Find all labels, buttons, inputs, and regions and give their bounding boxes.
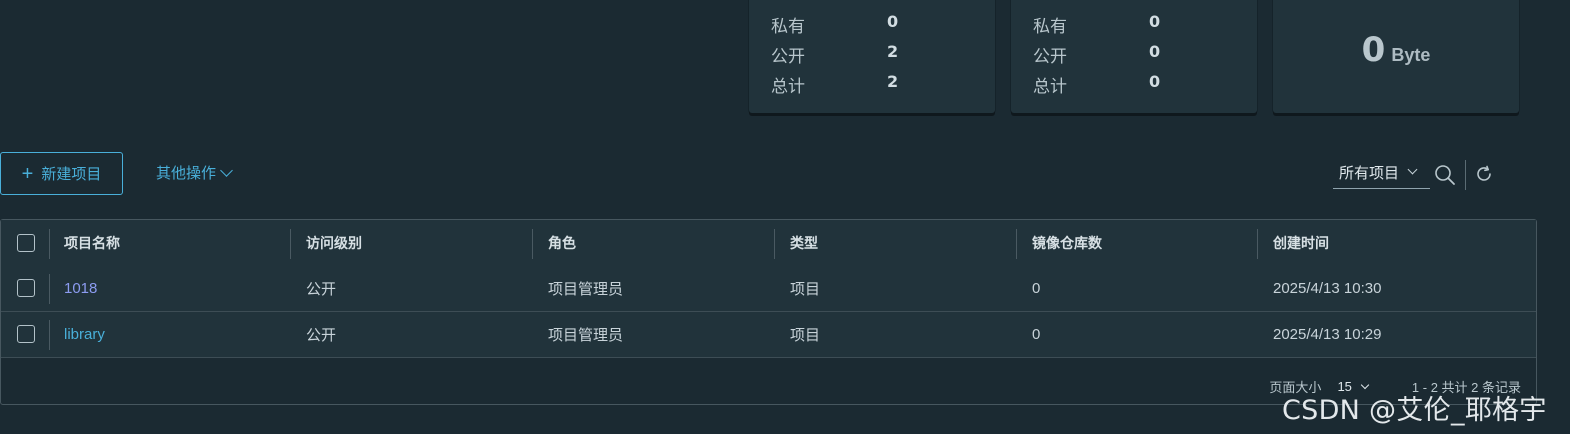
column-header-access[interactable]: 访问级别	[306, 220, 362, 266]
column-divider[interactable]	[1257, 229, 1258, 259]
total-projects-row: 总计 2	[771, 72, 898, 97]
column-header-name[interactable]: 项目名称	[64, 220, 120, 266]
private-label: 私有	[771, 17, 805, 36]
refresh-icon[interactable]	[1474, 164, 1494, 184]
project-stats-card: 私有 0 公开 2 总计 2	[749, 0, 995, 113]
public-projects-row: 公开 2	[771, 42, 898, 67]
plus-icon: +	[21, 162, 34, 185]
row-checkbox[interactable]	[17, 325, 35, 343]
repo-count: 0	[1032, 326, 1041, 343]
created-time: 2025/4/13 10:30	[1273, 280, 1382, 297]
public-count: 2	[887, 42, 899, 61]
toolbar-divider	[1465, 160, 1466, 190]
access-level: 公开	[306, 281, 337, 298]
project-filter-select[interactable]: 所有项目	[1333, 162, 1430, 189]
filter-value: 所有项目	[1339, 165, 1400, 182]
public-count: 0	[1149, 42, 1161, 61]
projects-datagrid: 项目名称 访问级别 角色 类型 镜像仓库数 创建时间 1018 公开 项目管理员…	[0, 219, 1537, 405]
project-name-link[interactable]: 1018	[64, 266, 97, 311]
total-count: 2	[887, 72, 899, 91]
private-projects-row: 私有 0	[771, 12, 898, 37]
storage-unit: Byte	[1391, 45, 1431, 65]
column-divider[interactable]	[532, 229, 533, 259]
new-project-button[interactable]: + 新建项目	[0, 152, 123, 195]
table-row: library 公开 项目管理员 项目 0 2025/4/13 10:29	[1, 312, 1536, 358]
more-actions-dropdown[interactable]: 其他操作	[156, 162, 233, 183]
project-name-link[interactable]: library	[64, 312, 105, 357]
total-count: 0	[1149, 72, 1161, 91]
role: 项目管理员	[548, 327, 624, 344]
private-count: 0	[1149, 12, 1161, 31]
column-header-role[interactable]: 角色	[548, 220, 576, 266]
repo-count: 0	[1032, 280, 1041, 297]
new-project-label: 新建项目	[41, 166, 102, 183]
more-actions-label: 其他操作	[156, 165, 217, 182]
column-divider[interactable]	[774, 229, 775, 259]
public-label: 公开	[771, 47, 805, 66]
column-header-repo-count[interactable]: 镜像仓库数	[1032, 220, 1102, 266]
table-row: 1018 公开 项目管理员 项目 0 2025/4/13 10:30	[1, 266, 1536, 312]
row-divider	[49, 320, 50, 350]
created-time: 2025/4/13 10:29	[1273, 326, 1382, 343]
public-label: 公开	[1033, 47, 1067, 66]
total-repos-row: 总计 0	[1033, 72, 1160, 97]
private-repos-row: 私有 0	[1033, 12, 1160, 37]
row-checkbox[interactable]	[17, 279, 35, 297]
chevron-down-icon	[1407, 164, 1418, 175]
column-divider	[49, 229, 50, 259]
storage-value: 0	[1361, 30, 1386, 70]
type: 项目	[790, 281, 821, 298]
chevron-down-icon	[220, 163, 233, 177]
private-label: 私有	[1033, 17, 1067, 36]
column-divider[interactable]	[1016, 229, 1017, 259]
watermark: CSDN @艾伦_耶格宇	[1282, 395, 1547, 426]
row-divider	[49, 274, 50, 304]
access-level: 公开	[306, 327, 337, 344]
total-label: 总计	[1033, 77, 1067, 96]
public-repos-row: 公开 0	[1033, 42, 1160, 67]
search-icon[interactable]	[1434, 164, 1456, 186]
storage-stats-card: 0 Byte	[1273, 0, 1519, 113]
role: 项目管理员	[548, 281, 624, 298]
select-all-checkbox[interactable]	[17, 234, 35, 252]
column-header-created[interactable]: 创建时间	[1273, 220, 1329, 266]
private-count: 0	[887, 12, 899, 31]
repo-stats-card: 私有 0 公开 0 总计 0	[1011, 0, 1257, 113]
column-header-type[interactable]: 类型	[790, 220, 818, 266]
type: 项目	[790, 327, 821, 344]
table-header: 项目名称 访问级别 角色 类型 镜像仓库数 创建时间	[1, 220, 1536, 267]
column-divider[interactable]	[290, 229, 291, 259]
total-label: 总计	[771, 77, 805, 96]
